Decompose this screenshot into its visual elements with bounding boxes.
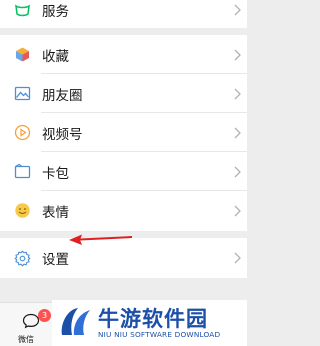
landscape-photo-icon xyxy=(14,85,31,102)
watermark-logo xyxy=(61,308,90,335)
wechat-me-screen: 服务 收藏 朋友圈 视频号 卡包 表情 设置 3 微信 牛游软件园 NIU NI… xyxy=(0,0,247,346)
chevron-right-icon xyxy=(234,88,241,99)
cube-icon xyxy=(14,46,31,63)
watermark-title: 牛游软件园 xyxy=(98,307,208,331)
menu-item-services[interactable]: 服务 xyxy=(0,0,247,28)
menu-label-channels: 视频号 xyxy=(42,126,83,143)
menu-label-favorites: 收藏 xyxy=(42,48,69,65)
menu-item-favorites[interactable]: 收藏 xyxy=(0,35,247,74)
smiley-face-icon xyxy=(14,202,31,219)
menu-label-moments: 朋友圈 xyxy=(42,87,83,104)
menu-label-settings: 设置 xyxy=(42,252,69,268)
chevron-right-icon xyxy=(234,252,241,264)
chevron-right-icon xyxy=(234,4,241,16)
menu-item-moments[interactable]: 朋友圈 xyxy=(0,74,247,113)
services-icon xyxy=(14,2,31,19)
play-circle-icon xyxy=(14,124,31,141)
features-group: 收藏 朋友圈 视频号 卡包 表情 xyxy=(0,35,247,231)
menu-label-services: 服务 xyxy=(42,4,69,20)
menu-item-channels[interactable]: 视频号 xyxy=(0,113,247,152)
menu-label-stickers: 表情 xyxy=(42,204,69,221)
unread-badge: 3 xyxy=(38,309,51,322)
chevron-right-icon xyxy=(234,166,241,177)
chevron-right-icon xyxy=(234,49,241,60)
menu-item-stickers[interactable]: 表情 xyxy=(0,191,247,230)
tab-chats[interactable]: 3 微信 xyxy=(14,309,51,345)
chevron-right-icon xyxy=(234,127,241,138)
menu-label-cards: 卡包 xyxy=(42,165,69,182)
annotation-arrow xyxy=(69,234,133,245)
menu-item-cards[interactable]: 卡包 xyxy=(0,152,247,191)
watermark-subtitle: NIU NIU SOFTWARE DOWNLOAD xyxy=(98,330,221,339)
watermark: 牛游软件园 NIU NIU SOFTWARE DOWNLOAD xyxy=(52,300,247,346)
services-group: 服务 xyxy=(0,0,247,28)
card-wallet-icon xyxy=(14,163,31,180)
tab-label-chats: 微信 xyxy=(18,335,34,344)
gear-icon xyxy=(14,249,31,267)
chevron-right-icon xyxy=(234,205,241,216)
